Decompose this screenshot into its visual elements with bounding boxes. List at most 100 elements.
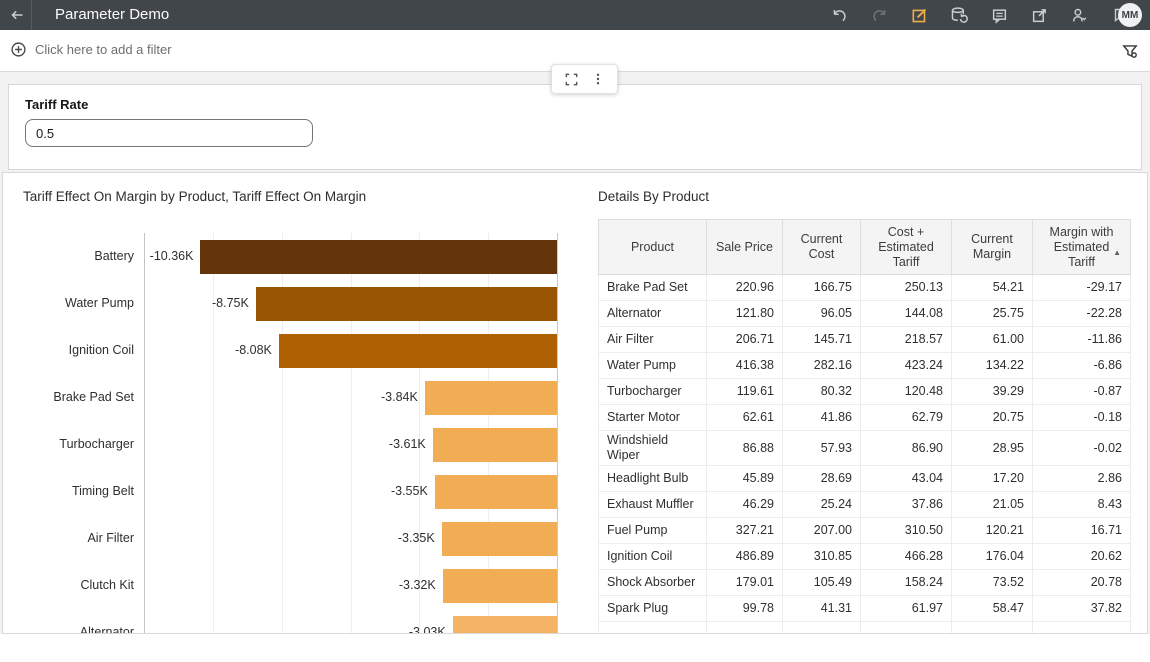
value-cell[interactable]: 37.86 (861, 492, 952, 518)
value-cell[interactable]: 39.29 (952, 379, 1033, 405)
user-presence-icon[interactable] (1070, 6, 1088, 24)
table-row[interactable]: Turbocharger119.6180.32120.4839.29-0.87 (599, 379, 1131, 405)
value-cell[interactable]: 43.04 (861, 466, 952, 492)
value-cell[interactable]: 57.93 (783, 431, 861, 466)
value-cell[interactable]: 120.48 (861, 379, 952, 405)
value-cell[interactable]: 86.88 (707, 431, 783, 466)
value-cell[interactable]: 86.90 (861, 431, 952, 466)
bar[interactable] (256, 287, 557, 321)
value-cell[interactable]: -11.86 (1033, 327, 1131, 353)
value-cell[interactable]: -0.02 (1033, 431, 1131, 466)
value-cell[interactable]: 62.79 (861, 405, 952, 431)
product-cell[interactable]: Spark Plug (599, 596, 707, 622)
value-cell[interactable]: 207.00 (783, 518, 861, 544)
sort-ascending-icon[interactable]: ▲ (1113, 245, 1121, 260)
value-cell[interactable]: 46.29 (707, 492, 783, 518)
add-filter-button[interactable]: Click here to add a filter (10, 41, 172, 58)
value-cell[interactable]: -22.28 (1033, 301, 1131, 327)
product-cell[interactable]: Water Pump (599, 353, 707, 379)
edit-icon[interactable] (910, 6, 928, 24)
table-row[interactable]: Headlight Bulb45.8928.6943.0417.202.86 (599, 466, 1131, 492)
value-cell[interactable]: 134.22 (952, 353, 1033, 379)
value-cell[interactable]: 61.00 (952, 327, 1033, 353)
column-header[interactable]: Sale Price (707, 220, 783, 275)
table-row[interactable]: Ignition Coil486.89310.85466.28176.0420.… (599, 544, 1131, 570)
value-cell[interactable]: 218.57 (861, 327, 952, 353)
value-cell[interactable]: 73.52 (952, 570, 1033, 596)
table-row[interactable]: Air Filter206.71145.71218.5761.00-11.86 (599, 327, 1131, 353)
bar[interactable] (435, 475, 557, 509)
value-cell[interactable]: 45.89 (707, 466, 783, 492)
value-cell[interactable]: 17.20 (952, 466, 1033, 492)
value-cell[interactable]: 20.62 (1033, 544, 1131, 570)
value-cell[interactable]: 96.05 (783, 301, 861, 327)
expand-icon[interactable] (564, 71, 580, 87)
product-cell[interactable]: Alternator (599, 301, 707, 327)
value-cell[interactable]: 58.47 (952, 596, 1033, 622)
value-cell[interactable]: 16.71 (1033, 518, 1131, 544)
value-cell[interactable]: -0.87 (1033, 379, 1131, 405)
product-cell[interactable]: Brake Pad Set (599, 275, 707, 301)
product-cell[interactable]: Air Filter (599, 327, 707, 353)
value-cell[interactable]: 310.50 (861, 518, 952, 544)
value-cell[interactable]: 158.24 (861, 570, 952, 596)
product-cell[interactable]: Headlight Bulb (599, 466, 707, 492)
product-cell[interactable]: Exhaust Muffler (599, 492, 707, 518)
value-cell[interactable]: 166.75 (783, 275, 861, 301)
value-cell[interactable]: 62.61 (707, 405, 783, 431)
value-cell[interactable]: 220.96 (707, 275, 783, 301)
value-cell[interactable]: 466.28 (861, 544, 952, 570)
bar[interactable] (200, 240, 557, 274)
filter-options-icon[interactable] (1120, 41, 1140, 61)
value-cell[interactable]: 206.71 (707, 327, 783, 353)
table-row[interactable]: Spark Plug99.7841.3161.9758.4737.82 (599, 596, 1131, 622)
undo-icon[interactable] (830, 6, 848, 24)
value-cell[interactable]: 145.71 (783, 327, 861, 353)
value-cell[interactable]: -0.18 (1033, 405, 1131, 431)
value-cell[interactable]: 327.21 (707, 518, 783, 544)
value-cell[interactable]: 28.95 (952, 431, 1033, 466)
value-cell[interactable]: 99.78 (707, 596, 783, 622)
kebab-menu-icon[interactable] (590, 71, 606, 87)
value-cell[interactable]: 144.08 (861, 301, 952, 327)
value-cell[interactable]: 250.13 (861, 275, 952, 301)
table-row[interactable]: Windshield Wiper86.8857.9386.9028.95-0.0… (599, 431, 1131, 466)
refresh-data-icon[interactable] (950, 6, 968, 24)
column-header[interactable]: Product (599, 220, 707, 275)
column-header[interactable]: Current Margin (952, 220, 1033, 275)
product-cell[interactable]: Ignition Coil (599, 544, 707, 570)
value-cell[interactable]: 25.24 (783, 492, 861, 518)
open-in-new-icon[interactable] (1030, 6, 1048, 24)
value-cell[interactable]: 8.43 (1033, 492, 1131, 518)
value-cell[interactable]: 28.69 (783, 466, 861, 492)
column-header[interactable]: Cost + Estimated Tariff (861, 220, 952, 275)
value-cell[interactable]: 41.31 (783, 596, 861, 622)
back-icon[interactable] (8, 6, 26, 24)
comment-icon[interactable] (990, 6, 1008, 24)
bar[interactable] (443, 569, 557, 603)
tariff-rate-input[interactable] (25, 119, 313, 147)
avatar[interactable]: MM (1118, 3, 1142, 27)
value-cell[interactable]: 2.86 (1033, 466, 1131, 492)
value-cell[interactable]: 423.24 (861, 353, 952, 379)
product-cell[interactable]: Turbocharger (599, 379, 707, 405)
table-row[interactable]: Fuel Pump327.21207.00310.50120.2116.71 (599, 518, 1131, 544)
table-row[interactable]: Brake Pad Set220.96166.75250.1354.21-29.… (599, 275, 1131, 301)
value-cell[interactable]: 20.78 (1033, 570, 1131, 596)
product-cell[interactable]: Windshield Wiper (599, 431, 707, 466)
table-row[interactable]: Alternator121.8096.05144.0825.75-22.28 (599, 301, 1131, 327)
value-cell[interactable]: 20.75 (952, 405, 1033, 431)
bar[interactable] (279, 334, 557, 368)
value-cell[interactable]: 80.32 (783, 379, 861, 405)
value-cell[interactable]: -6.86 (1033, 353, 1131, 379)
value-cell[interactable]: 310.85 (783, 544, 861, 570)
value-cell[interactable]: 120.21 (952, 518, 1033, 544)
table-row[interactable]: Exhaust Muffler46.2925.2437.8621.058.43 (599, 492, 1131, 518)
value-cell[interactable]: 25.75 (952, 301, 1033, 327)
value-cell[interactable]: 416.38 (707, 353, 783, 379)
value-cell[interactable]: 61.97 (861, 596, 952, 622)
bar[interactable] (425, 381, 557, 415)
product-cell[interactable]: Fuel Pump (599, 518, 707, 544)
bar[interactable] (453, 616, 557, 635)
table-row[interactable]: Shock Absorber179.01105.49158.2473.5220.… (599, 570, 1131, 596)
